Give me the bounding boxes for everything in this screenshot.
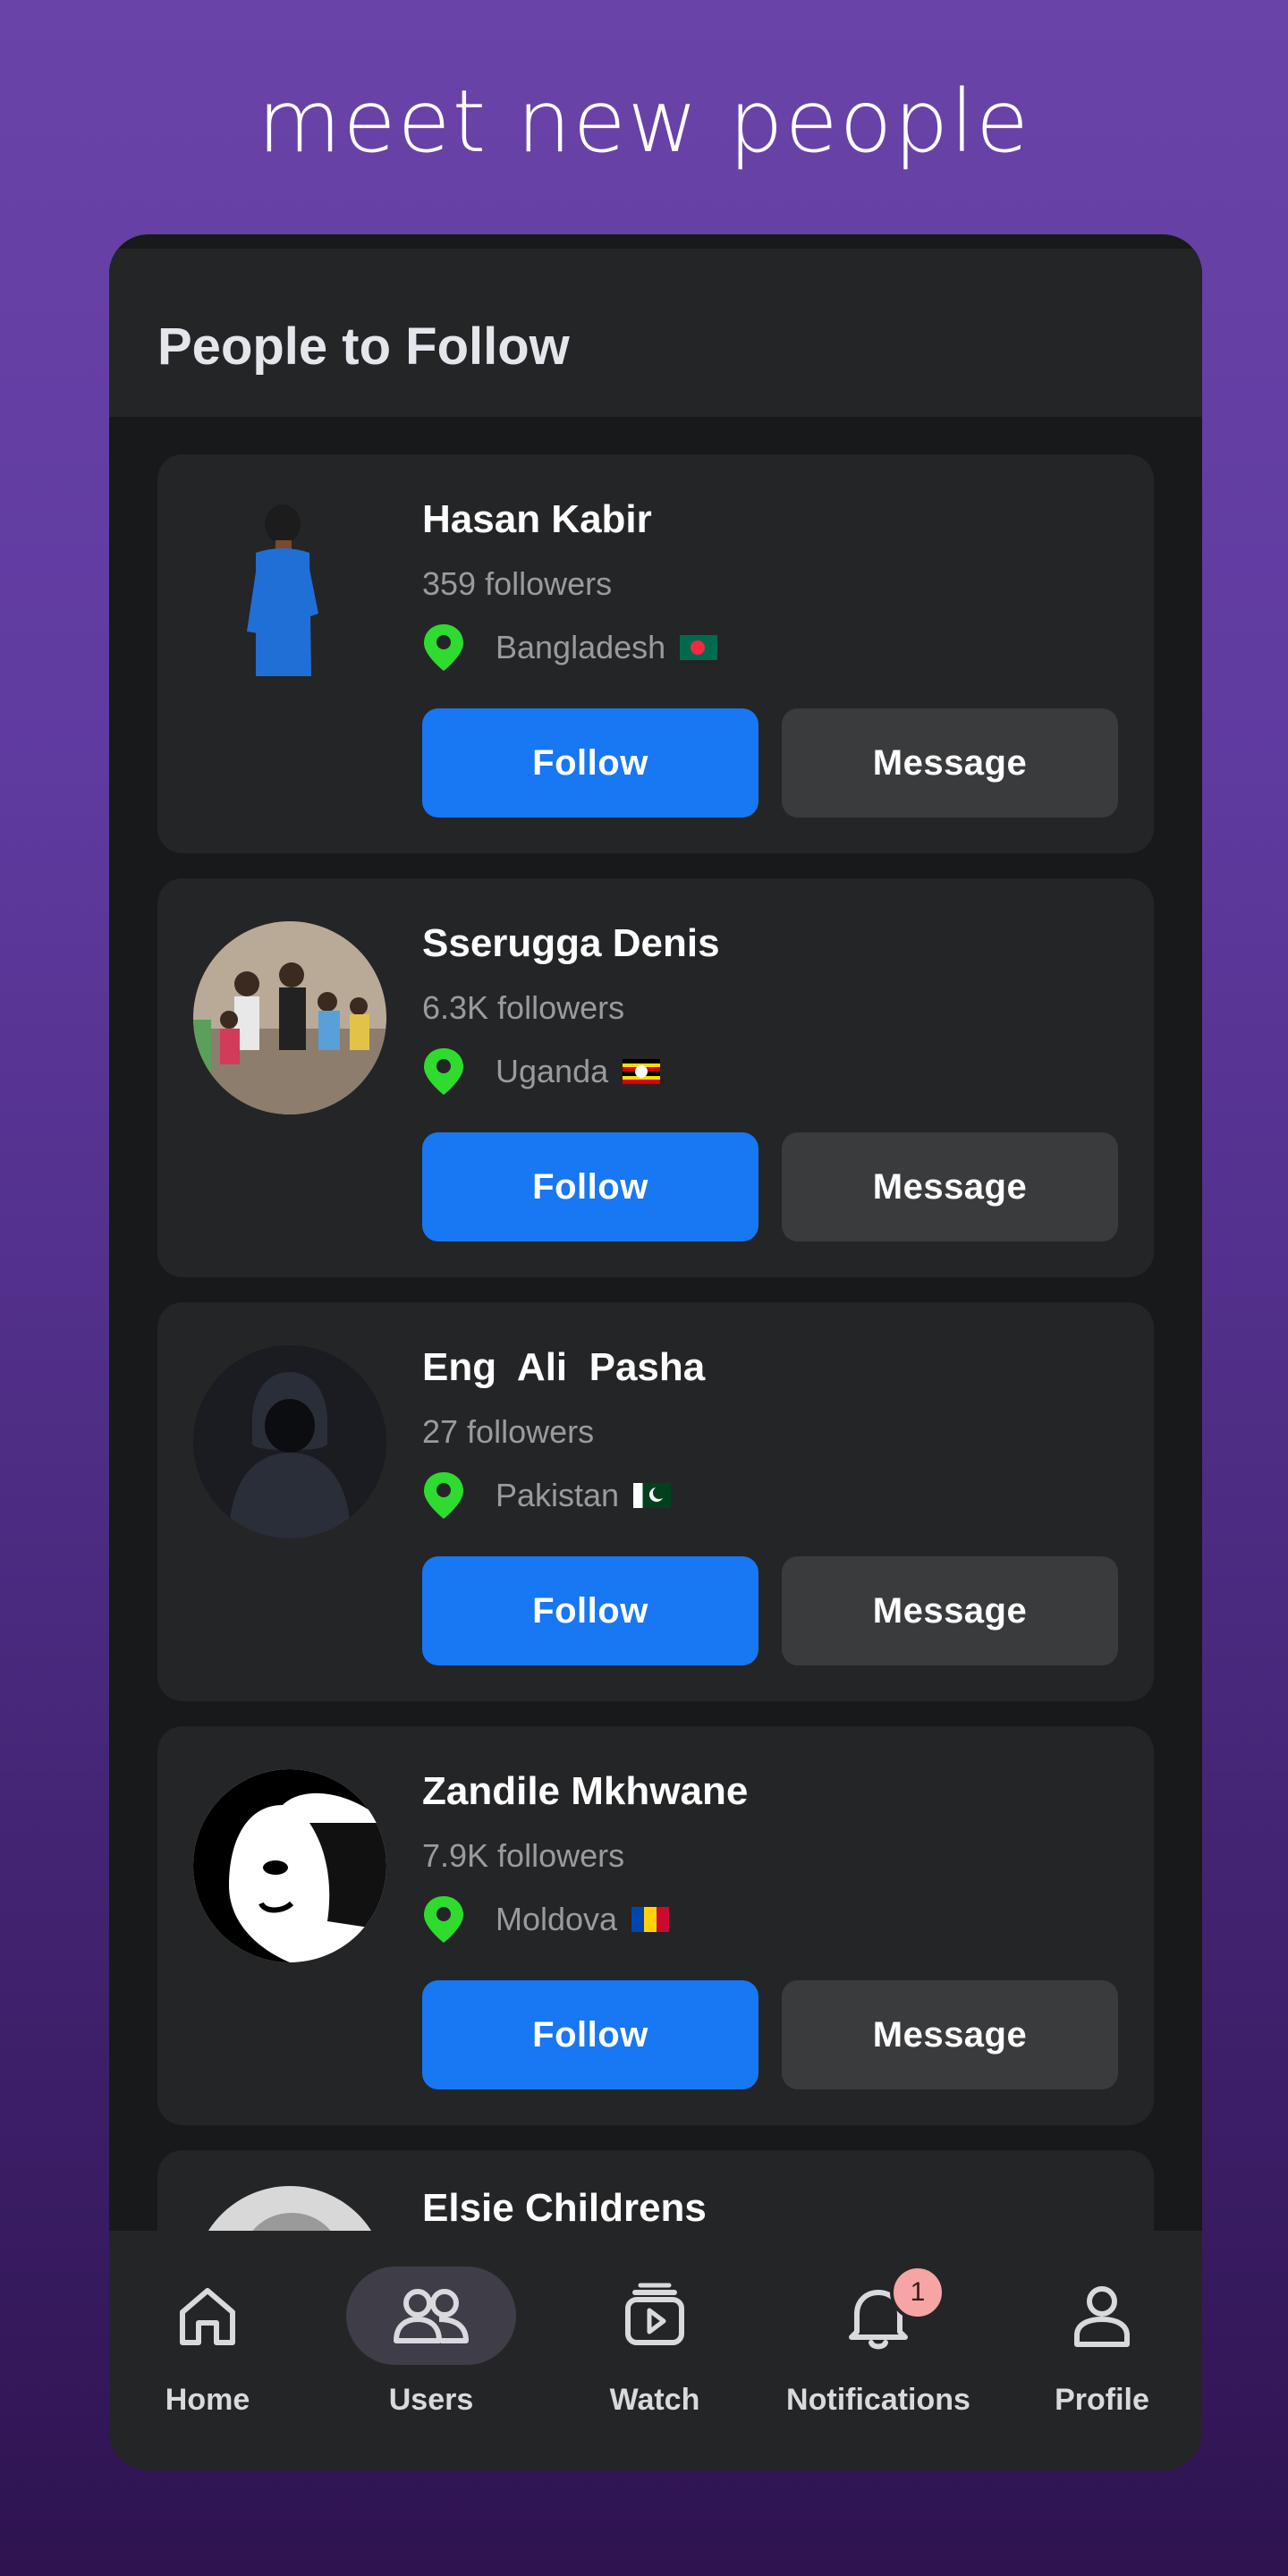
person-name[interactable]: Zandile Mkhwane (422, 1769, 748, 1814)
nav-label: Home (165, 2383, 250, 2417)
follower-count: 359 followers (422, 565, 613, 602)
person-name[interactable]: Hasan Kabir (422, 497, 652, 542)
bottom-navigation: Home Users Watch 1 Notifications Profile (109, 2231, 1202, 2470)
avatar[interactable] (193, 1769, 386, 1962)
notification-badge: 1 (890, 2265, 945, 2320)
users-icon (394, 2289, 469, 2343)
country-name: Pakistan (496, 1477, 620, 1513)
message-button[interactable]: Message (782, 1132, 1118, 1241)
nav-users[interactable]: Users (333, 2267, 530, 2445)
follower-count: 6.3K followers (422, 989, 625, 1026)
location-pin-icon (424, 1896, 463, 1943)
nav-profile[interactable]: Profile (1004, 2267, 1200, 2445)
bangladesh-flag-icon (680, 635, 718, 660)
follow-button[interactable]: Follow (422, 708, 758, 818)
avatar[interactable] (193, 921, 386, 1114)
location-pin-icon (424, 1472, 463, 1519)
person-card: Zandile Mkhwane 7.9K followers Moldova F… (157, 1726, 1154, 2125)
nav-label: Watch (609, 2383, 700, 2417)
moldova-flag-icon (631, 1907, 670, 1932)
profile-icon (1074, 2286, 1130, 2347)
location-pin-icon (424, 1048, 463, 1095)
country-name: Moldova (496, 1901, 618, 1937)
message-button[interactable]: Message (782, 708, 1118, 818)
location: Uganda (422, 1045, 661, 1098)
nav-home[interactable]: Home (109, 2267, 306, 2445)
person-name[interactable]: Eng Ali Pasha (422, 1345, 705, 1390)
home-icon (180, 2288, 235, 2345)
country-name: Uganda (496, 1053, 609, 1089)
message-button[interactable]: Message (782, 1980, 1118, 2089)
person-name[interactable]: Elsie Childrens (422, 2186, 707, 2231)
follower-count: 7.9K followers (422, 1837, 625, 1874)
location: Bangladesh (422, 621, 718, 674)
avatar[interactable] (193, 1345, 386, 1538)
country-name: Bangladesh (496, 629, 666, 665)
follow-button[interactable]: Follow (422, 1980, 758, 2089)
nav-label: Notifications (786, 2383, 970, 2417)
location-pin-icon (424, 624, 463, 671)
follow-button[interactable]: Follow (422, 1556, 758, 1665)
watch-icon (625, 2283, 684, 2345)
pakistan-flag-icon (633, 1483, 672, 1508)
avatar[interactable] (193, 497, 386, 691)
person-card: Hasan Kabir 359 followers Bangladesh Fol… (157, 454, 1154, 853)
message-button[interactable]: Message (782, 1556, 1118, 1665)
follower-count: 27 followers (422, 1413, 595, 1450)
location: Moldova (422, 1893, 670, 1946)
page-title: People to Follow (157, 318, 570, 376)
person-card: Sserugga Denis 6.3K followers Uganda Fol… (157, 878, 1154, 1277)
app-screen: People to Follow Hasan Kabir 359 followe… (109, 234, 1202, 2470)
tagline: meet new people (257, 72, 1031, 172)
nav-label: Users (388, 2383, 474, 2417)
nav-watch[interactable]: Watch (556, 2267, 753, 2445)
person-card: Eng Ali Pasha 27 followers Pakistan Foll… (157, 1302, 1154, 1701)
nav-label: Profile (1055, 2383, 1149, 2417)
nav-notifications[interactable]: 1 Notifications (780, 2265, 977, 2445)
person-name[interactable]: Sserugga Denis (422, 921, 720, 966)
uganda-flag-icon (623, 1059, 661, 1084)
header: People to Follow (109, 249, 1202, 417)
follow-button[interactable]: Follow (422, 1132, 758, 1241)
location: Pakistan (422, 1469, 672, 1522)
